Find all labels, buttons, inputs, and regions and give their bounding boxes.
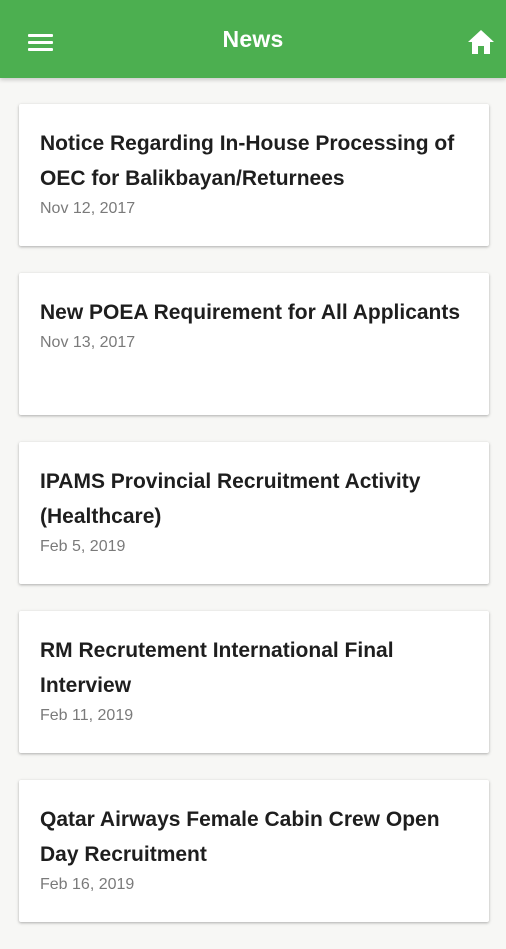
news-date: Feb 11, 2019	[40, 707, 134, 724]
news-title: IPAMS Provincial Recruitment Activity (H…	[40, 470, 421, 528]
news-card[interactable]: IPAMS Provincial Recruitment Activity (H…	[19, 442, 489, 584]
news-date: Nov 13, 2017	[40, 334, 136, 351]
page-title: News	[222, 26, 284, 52]
news-title: Notice Regarding In-House Processing of …	[40, 132, 455, 190]
news-list: Notice Regarding In-House Processing of …	[19, 104, 489, 949]
news-card[interactable]: RM Recrutement International Final Inter…	[19, 611, 489, 753]
home-icon	[468, 30, 494, 54]
news-date: Feb 16, 2019	[40, 876, 135, 893]
news-card[interactable]: Qatar Airways Female Cabin Crew Open Day…	[19, 780, 489, 922]
news-date: Feb 5, 2019	[40, 538, 126, 555]
news-title: New POEA Requirement for All Applicants	[40, 301, 461, 324]
news-card[interactable]: Notice Regarding In-House Processing of …	[19, 104, 489, 246]
home-button[interactable]	[466, 28, 496, 56]
news-card[interactable]: New POEA Requirement for All Applicants …	[19, 273, 489, 415]
news-title: Qatar Airways Female Cabin Crew Open Day…	[40, 808, 440, 866]
news-title: RM Recrutement International Final Inter…	[40, 639, 394, 697]
news-date: Nov 12, 2017	[40, 200, 136, 217]
app-bar: News	[0, 0, 506, 78]
